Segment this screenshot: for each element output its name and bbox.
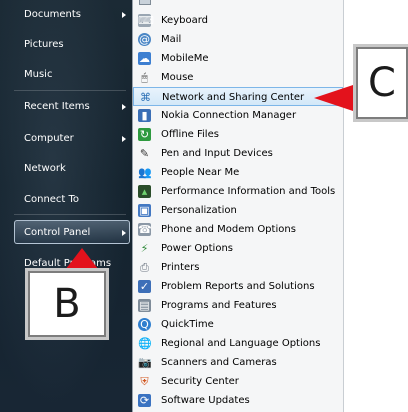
callout-b: B	[28, 271, 106, 337]
annotation-arrows	[62, 84, 356, 274]
arrow-c-icon	[314, 84, 356, 112]
callout-c: C	[356, 47, 408, 119]
